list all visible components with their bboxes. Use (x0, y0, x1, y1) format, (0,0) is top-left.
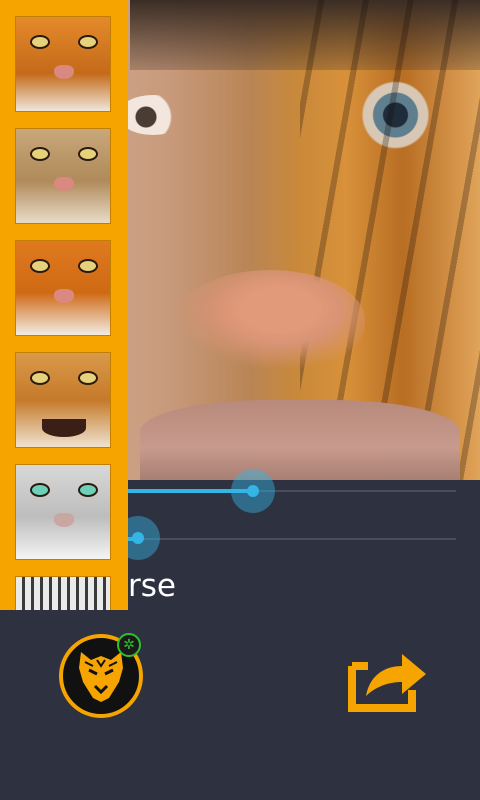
thumb-eye-left (30, 371, 50, 385)
white-tiger-icon (16, 465, 110, 559)
thumb-eye-left (30, 35, 50, 49)
option-label: rse (128, 568, 176, 604)
thumb-nose (54, 177, 74, 191)
thumb-nose (54, 289, 74, 303)
thumb-open-mouth (42, 419, 86, 437)
nose (175, 270, 365, 370)
tiger-thumbnail-sidebar[interactable] (0, 0, 128, 610)
thumb-eye-left (30, 147, 50, 161)
blend-slider-track[interactable] (128, 489, 456, 493)
thumbnail-white-tiger-partial[interactable] (15, 576, 111, 610)
new-badge-icon: ✲ (117, 633, 141, 657)
blend-slider-knob[interactable] (230, 469, 275, 513)
thumb-eye-left (30, 259, 50, 273)
thumb-eye-right (78, 259, 98, 273)
second-slider-track[interactable] (128, 537, 456, 541)
thumb-eye-left (30, 483, 50, 497)
tiger-face-icon (16, 241, 110, 335)
thumb-eye-right (78, 371, 98, 385)
tiger-logo-icon (79, 652, 123, 702)
thumb-eye-right (78, 147, 98, 161)
thumbnail-tiger-face-1[interactable] (15, 16, 111, 112)
thumbnail-tiger-face-3[interactable] (15, 240, 111, 336)
left-eye (118, 95, 188, 135)
share-icon (348, 654, 426, 712)
share-button[interactable] (346, 644, 430, 714)
thumbnail-white-tiger[interactable] (15, 464, 111, 560)
white-tiger-icon (16, 577, 110, 610)
tiger-face-icon (16, 129, 110, 223)
lips (140, 400, 460, 480)
thumb-eye-right (78, 483, 98, 497)
thumb-eye-right (78, 35, 98, 49)
thumbnail-tiger-face-2[interactable] (15, 128, 111, 224)
tiger-face-icon (16, 17, 110, 111)
thumbnail-tiger-roaring[interactable] (15, 352, 111, 448)
thumb-nose (54, 65, 74, 79)
thumb-nose (54, 513, 74, 527)
